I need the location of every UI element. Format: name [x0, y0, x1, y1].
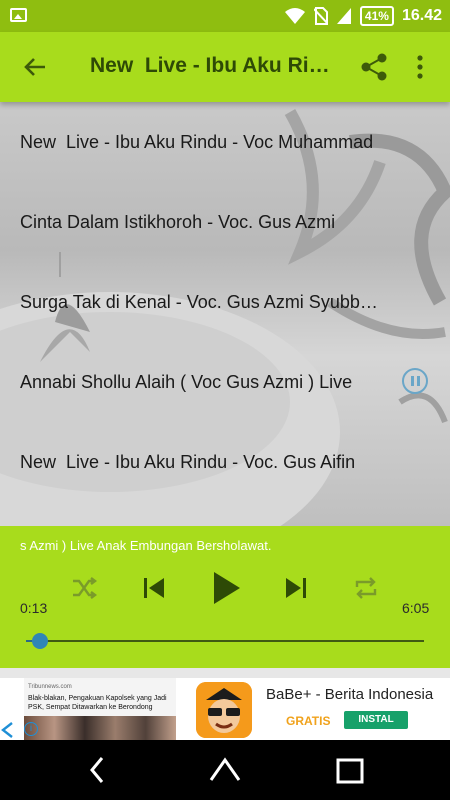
repeat-icon [355, 577, 377, 599]
playlist-item[interactable]: Annabi Shollu Alaih ( Voc Gus Azmi ) Liv… [20, 372, 385, 393]
skip-previous-icon [144, 578, 164, 598]
nav-back-icon [90, 757, 104, 783]
nav-recents-button[interactable] [330, 750, 370, 790]
nav-home-button[interactable] [205, 750, 245, 790]
ad-thumb-photo [24, 716, 176, 740]
ad-info-icon[interactable]: i [24, 722, 38, 736]
ad-price: GRATIS [286, 714, 331, 728]
back-button[interactable] [18, 52, 52, 82]
battery-indicator: 41% [359, 6, 394, 26]
elapsed-time: 0:13 [20, 600, 48, 616]
now-playing-pause-icon[interactable] [402, 368, 428, 394]
toolbar-title: New Live - Ibu Aku Rindu - Voc Muhammad [90, 54, 330, 77]
ad-choices-triangle-icon[interactable] [0, 722, 20, 740]
share-icon [361, 53, 387, 81]
overflow-menu-button[interactable] [410, 52, 430, 82]
ad-thumb-headline: Blak-blakan, Pengakuan Kapolsek yang Jad… [28, 695, 167, 711]
playlist-item[interactable]: Surga Tak di Kenal - Voc. Gus Azmi Syubb… [20, 292, 385, 313]
play-icon [214, 572, 240, 604]
now-playing-marquee: s Azmi ) Live Anak Embungan Bersholawat. [20, 538, 272, 553]
wifi-icon [284, 8, 305, 24]
status-bar: 41% 16.42 [0, 0, 450, 32]
share-button[interactable] [360, 52, 390, 82]
ad-install-button[interactable]: INSTAL [344, 711, 408, 729]
repeat-button[interactable] [346, 568, 386, 608]
ad-thumbnail[interactable]: Tribunnews.com Blak-blakan, Pengakuan Ka… [24, 678, 176, 740]
clock: 16.42 [401, 7, 442, 24]
total-duration: 6:05 [402, 600, 430, 616]
babe-app-logo [196, 682, 252, 738]
seek-thumb[interactable] [32, 633, 49, 649]
ad-thumb-source: Tribunnews.com [28, 684, 72, 690]
arrow-left-icon [24, 58, 45, 76]
nav-home-icon [209, 757, 241, 781]
shuffle-icon [73, 577, 97, 599]
signal-icon [336, 8, 351, 24]
playlist-item[interactable]: Cinta Dalam Istikhoroh - Voc. Gus Azmi [20, 212, 385, 233]
player-panel: s Azmi ) Live Anak Embungan Bersholawat.… [0, 526, 450, 668]
skip-next-icon [286, 578, 306, 598]
ad-app-name: BaBe+ - Berita Indonesia [266, 686, 434, 703]
image-notification-icon [10, 8, 27, 22]
nav-recents-icon [336, 758, 364, 784]
more-vert-icon [417, 55, 423, 79]
playlist-panel: New Live - Ibu Aku Rindu - Voc Muhammad … [0, 102, 450, 526]
seek-bar[interactable] [40, 640, 424, 642]
playlist-item[interactable]: New Live - Ibu Aku Rindu - Voc. Gus Aifi… [20, 452, 385, 473]
play-button[interactable] [206, 568, 246, 608]
no-sim-icon [313, 7, 328, 25]
shuffle-button[interactable] [64, 568, 104, 608]
next-button[interactable] [276, 568, 316, 608]
app-toolbar: New Live - Ibu Aku Rindu - Voc Muhammad [0, 32, 450, 102]
status-icons: 41% 16.42 [284, 0, 442, 32]
previous-button[interactable] [134, 568, 174, 608]
ad-banner[interactable]: Tribunnews.com Blak-blakan, Pengakuan Ka… [0, 678, 450, 740]
system-navigation-bar [0, 740, 450, 800]
playlist-item[interactable]: New Live - Ibu Aku Rindu - Voc Muhammad [20, 132, 385, 153]
nav-back-button[interactable] [78, 750, 118, 790]
